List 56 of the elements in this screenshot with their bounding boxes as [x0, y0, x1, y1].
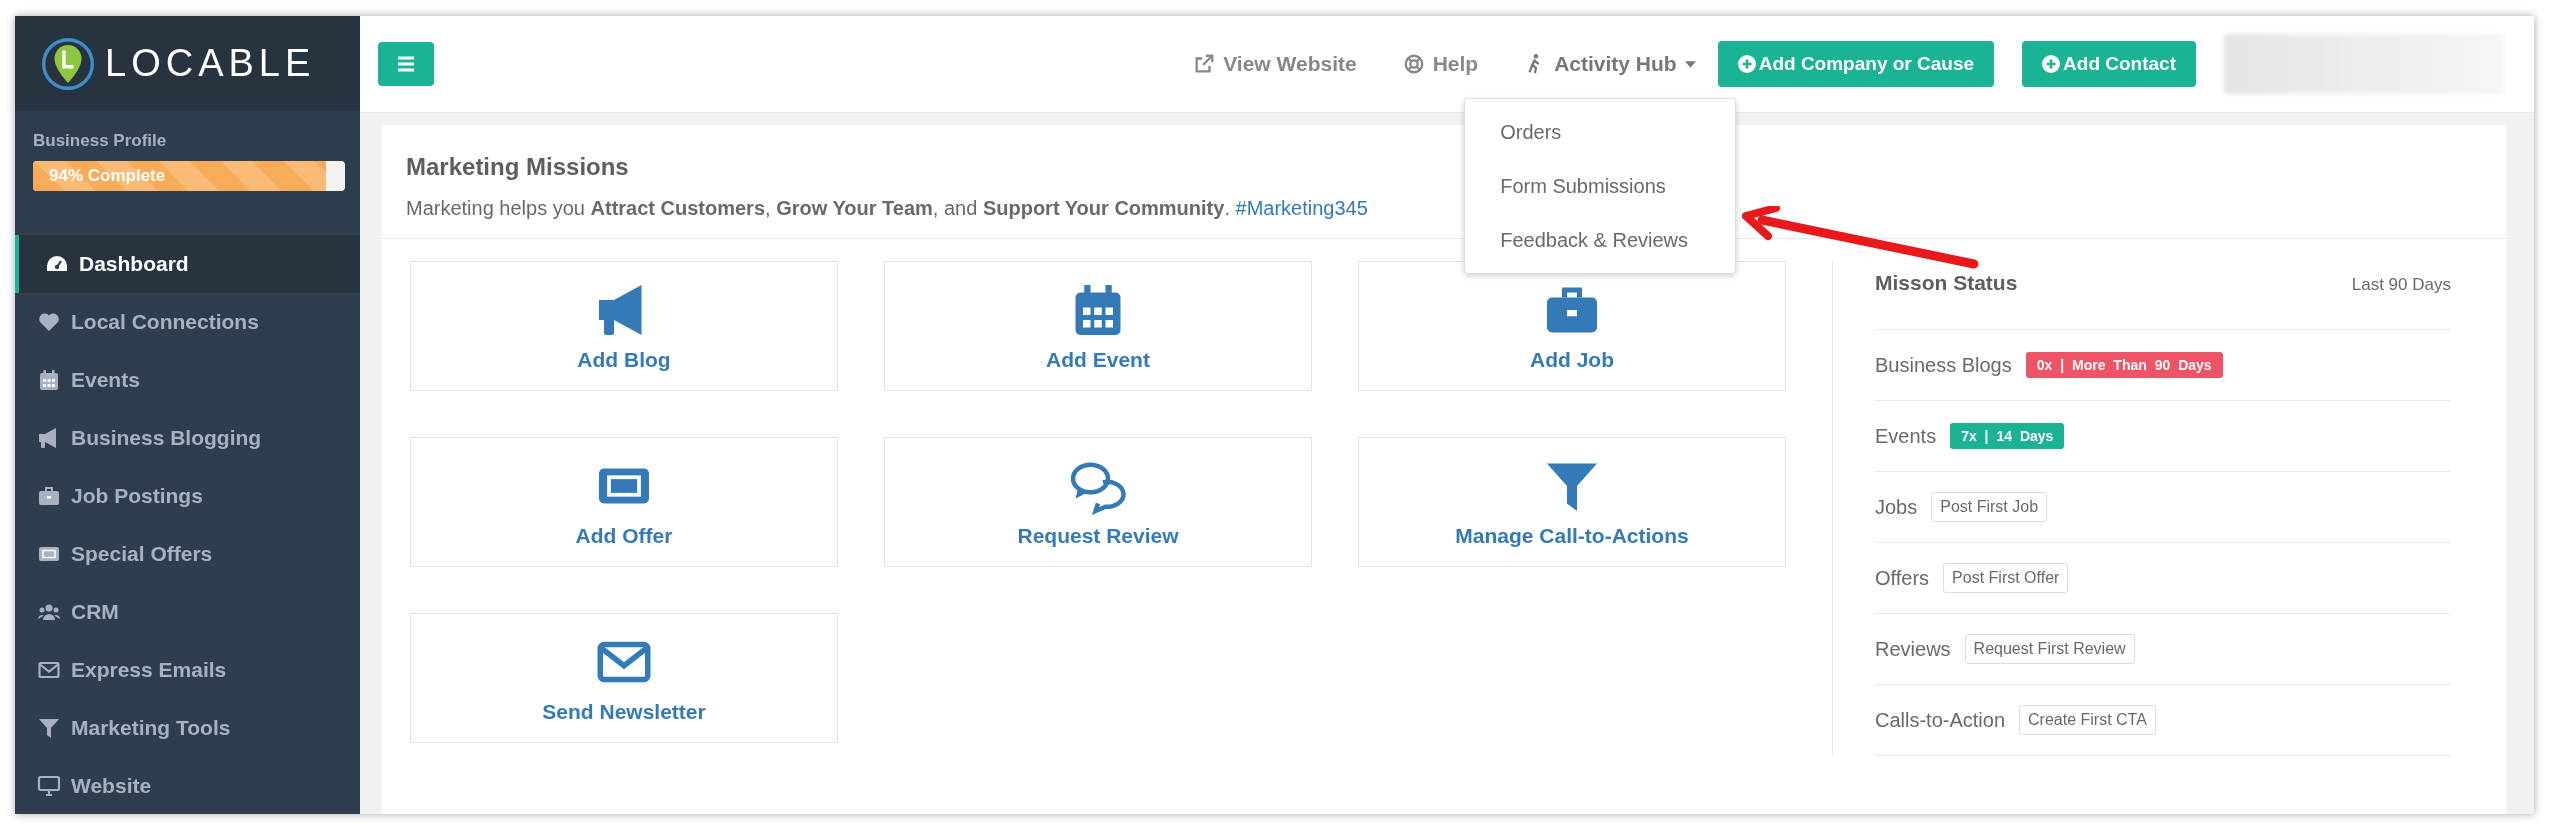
- funnel-icon: [37, 716, 61, 740]
- menu-icon: [396, 54, 416, 74]
- status-badge: 7x | 14 Days: [1950, 423, 2065, 449]
- mission-tile[interactable]: Request Review: [884, 437, 1312, 567]
- status-label: Business Blogs: [1875, 353, 2012, 377]
- status-title: Misson Status: [1875, 271, 2018, 295]
- sidebar-item[interactable]: Special Offers: [15, 525, 360, 583]
- status-label: Events: [1875, 424, 1937, 448]
- caret-icon: [1684, 60, 1696, 68]
- status-badge: 0x | More Than 90 Days: [2025, 352, 2223, 378]
- status-label: Jobs: [1875, 495, 1918, 519]
- status-label: Offers: [1875, 566, 1930, 590]
- hashtag-link[interactable]: #Marketing345: [1235, 197, 1368, 219]
- menu-item[interactable]: Form Submissions: [1465, 159, 1736, 213]
- plus-circle-icon: [2042, 55, 2061, 73]
- map-pin-logo-icon: [41, 36, 95, 91]
- sidebar-item[interactable]: Events: [15, 351, 360, 409]
- menu-button[interactable]: [378, 42, 434, 86]
- action-button[interactable]: Post First Job: [1931, 492, 2048, 522]
- external-link-icon: [1193, 53, 1216, 75]
- status-label: Calls-to-Action: [1875, 708, 2006, 732]
- status-label: Reviews: [1875, 637, 1951, 661]
- nav-link[interactable]: Help: [1402, 52, 1479, 76]
- action-button[interactable]: Request First Review: [1964, 634, 2135, 664]
- card-title: Marketing Missions: [406, 153, 630, 181]
- sidebar-item[interactable]: Express Emails: [15, 641, 360, 699]
- calendar-icon: [37, 368, 61, 392]
- sidebar-item[interactable]: Dashboard: [15, 235, 360, 293]
- mission-tile[interactable]: Add Job: [1358, 261, 1786, 391]
- activity-hub-link[interactable]: Activity Hub: [1524, 52, 1696, 76]
- sidebar-item[interactable]: Job Postings: [15, 467, 360, 525]
- period-label: Last 90 Days: [2351, 275, 2451, 295]
- sidebar-item[interactable]: Marketing Tools: [15, 699, 360, 757]
- plus-circle-icon: [1737, 55, 1756, 73]
- mission-tile[interactable]: Add Offer: [410, 437, 838, 567]
- profile-label: Business Profile: [33, 131, 168, 151]
- monitor-icon: [37, 774, 61, 798]
- sidebar-item[interactable]: Website: [15, 757, 360, 814]
- sidebar-item[interactable]: Local Connections: [15, 293, 360, 351]
- mission-tile[interactable]: Send Newsletter: [410, 613, 838, 743]
- action-button[interactable]: Post First Offer: [1943, 563, 2069, 593]
- sidebar-item[interactable]: Business Blogging: [15, 409, 360, 467]
- add-button[interactable]: Add Company or Cause: [1717, 41, 1995, 87]
- menu-item[interactable]: Orders: [1465, 105, 1736, 159]
- progress-text: 94% Complete: [49, 166, 166, 186]
- mission-tile[interactable]: Add Event: [884, 261, 1312, 391]
- mission-tile[interactable]: Manage Call-to-Actions: [1358, 437, 1786, 567]
- add-button[interactable]: Add Contact: [2022, 41, 2196, 87]
- nav-link[interactable]: View Website: [1193, 52, 1357, 76]
- mission-tile[interactable]: Add Blog: [410, 261, 838, 391]
- lifebuoy-icon: [1402, 53, 1425, 75]
- intro-text: Marketing helps you Attract Customers, Grow Your Team, and Support Your Community. #Marketing345: [406, 197, 1368, 220]
- action-button[interactable]: Create First CTA: [2019, 705, 2156, 735]
- brand-name: LOCABLE: [105, 42, 316, 85]
- sidebar-item[interactable]: CRM: [15, 583, 360, 641]
- briefcase-icon: [37, 484, 61, 508]
